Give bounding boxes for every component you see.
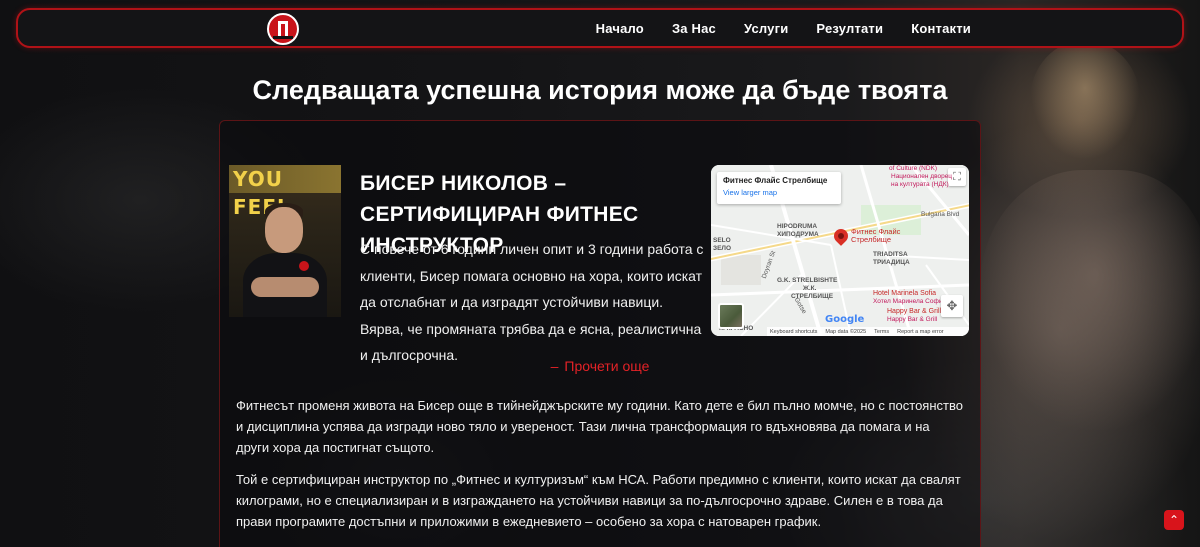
map-label-selo-bg: ЗЕЛО: [713, 245, 732, 252]
map-label-triaditsa-en: TRIADITSA: [873, 251, 908, 258]
google-logo: Google: [825, 314, 865, 325]
map-info-box: Фитнес Флайс Стрелбище View larger map: [717, 172, 841, 204]
trainer-intro: С повече от 6 години личен опит и 3 годи…: [360, 241, 704, 363]
embedded-map[interactable]: Фитнес Флайс Стрелбище View larger map ⛶…: [711, 165, 969, 336]
map-attribution: Keyboard shortcuts Map data ©2025 Terms …: [767, 327, 969, 336]
read-more-label: Прочети още: [564, 358, 650, 374]
map-label-hotel-bg: Хотел Маринела София: [873, 298, 946, 305]
photo-arms: [251, 277, 319, 297]
collapse-dash-icon: –: [550, 358, 559, 374]
nav-item-contacts[interactable]: Контакти: [911, 21, 971, 36]
story-paragraph-2: Той е сертифициран инструктор по „Фитнес…: [236, 472, 961, 529]
map-terms-link[interactable]: Terms: [874, 329, 889, 335]
main-nav: Начало За Нас Услуги Резултати Контакти: [596, 10, 971, 46]
nav-item-about[interactable]: За Нас: [672, 21, 716, 36]
map-label-hipodruma-en: HIPODRUMA: [777, 223, 818, 230]
map-label-hotel-en: Hotel Marinela Sofia: [873, 290, 937, 297]
background-figure-shoulder: [980, 170, 1200, 430]
trainer-photo: YOU FEEL: [229, 165, 341, 317]
map-label-strelbishte-en: G.K. STRELBISHTE: [777, 277, 838, 284]
map-label-hipodruma-bg: ХИПОДРУМА: [777, 231, 819, 238]
map-label-pin: Фитнес Флайс Стрелбище: [851, 227, 901, 244]
map-label-selo-en: SELO: [713, 237, 731, 244]
map-place-title: Фитнес Флайс Стрелбище: [723, 176, 828, 185]
nav-item-home[interactable]: Начало: [596, 21, 644, 36]
photo-shirt-logo: [299, 261, 309, 271]
view-larger-map-link[interactable]: View larger map: [723, 188, 835, 197]
logo-mark-icon: [273, 21, 293, 39]
chevron-up-icon: ⌃: [1168, 513, 1180, 527]
nav-item-results[interactable]: Резултати: [816, 21, 883, 36]
map-shortcuts-link[interactable]: Keyboard shortcuts: [770, 329, 817, 335]
map-report-link[interactable]: Report a map error: [897, 329, 943, 335]
story-paragraph-1: Фитнесът променя живота на Бисер още в т…: [236, 398, 963, 455]
map-satellite-toggle[interactable]: [718, 303, 744, 329]
photo-banner-text: YOU FEEL: [229, 165, 341, 219]
map-label-bulgaria-blvd: Bulgaria Blvd: [921, 211, 960, 218]
map-label-culture-en: of Culture (NDK): [889, 165, 938, 172]
map-label-triaditsa-bg: ТРИАДИЦА: [873, 259, 910, 266]
map-label-happy-bg: Happy Bar & Grill: [887, 316, 938, 323]
navbar: Начало За Нас Услуги Резултати Контакти: [16, 8, 1184, 48]
map-label-strelbishte-bg1: Ж.К.: [803, 285, 817, 292]
read-more-toggle[interactable]: – Прочети още: [0, 358, 1200, 374]
photo-head: [265, 207, 303, 253]
brand-logo[interactable]: [267, 13, 299, 45]
map-pan-control-icon[interactable]: ✥: [941, 295, 963, 317]
page-title: Следващата успешна история може да бъде …: [252, 75, 948, 105]
nav-item-services[interactable]: Услуги: [744, 21, 788, 36]
map-label-happy-en: Happy Bar & Grill: [887, 308, 942, 315]
map-data-text: Map data ©2025: [825, 328, 867, 335]
scroll-to-top-button[interactable]: ⌃: [1164, 510, 1184, 530]
map-label-culture-bg: Национален дворец на културата (НДК): [891, 173, 953, 188]
